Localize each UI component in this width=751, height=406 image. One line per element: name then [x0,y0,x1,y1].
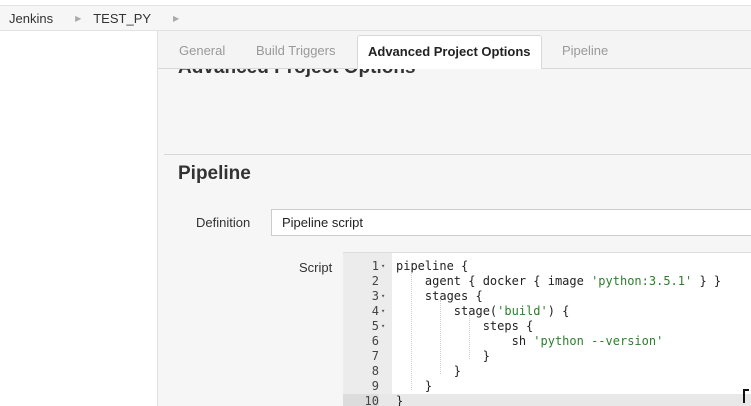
code-text: steps { [396,319,534,333]
editor-line[interactable]: 9 } [343,379,751,394]
config-tab-bar: General Build Triggers Advanced Project … [158,31,751,71]
text-cursor-icon [743,389,749,403]
section-title-pipeline: Pipeline [178,163,251,184]
sidebar [0,31,158,406]
section-divider [164,154,751,155]
editor-line[interactable]: 5 ▾ steps { [343,319,751,334]
section-title-advanced: Advanced Project Options [178,69,416,79]
editor-line[interactable]: 7 } [343,349,751,364]
tab-general[interactable]: General [179,31,225,68]
fold-arrow-icon[interactable]: ▾ [381,259,385,274]
line-number: 3 [371,289,379,303]
editor-line[interactable]: 8 } [343,364,751,379]
breadcrumb: Jenkins ▶ TEST_PY ▶ [0,5,751,31]
editor-line[interactable]: 1 ▾ pipeline { [343,259,751,274]
script-label: Script [299,260,333,275]
code-text: sh 'python --version' [396,334,664,348]
code-text: } [396,394,404,406]
definition-label: Definition [196,215,251,230]
fold-arrow-icon[interactable]: ▾ [381,304,385,319]
line-number: 6 [371,334,379,348]
breadcrumb-item-jenkins[interactable]: Jenkins [0,11,53,26]
definition-select[interactable]: Pipeline script [271,209,751,236]
config-content: Advanced Project Options Pipeline Defini… [158,69,751,406]
line-number: 7 [371,349,379,363]
editor-line[interactable]: 10} [343,394,751,406]
editor-line[interactable]: 4 ▾ stage('build') { [343,304,751,319]
code-text: } [396,379,433,393]
code-text: stage('build') { [396,304,570,318]
line-number: 10 [343,394,379,406]
breadcrumb-separator-icon[interactable]: ▶ [173,14,179,23]
code-text: } [396,364,462,378]
tab-build-triggers[interactable]: Build Triggers [256,31,335,68]
line-number: 9 [371,379,379,393]
line-number: 2 [371,274,379,288]
code-text: } [396,349,490,363]
line-number: 8 [371,364,379,378]
fold-arrow-icon[interactable]: ▾ [381,319,385,334]
breadcrumb-item-job[interactable]: TEST_PY [84,11,151,26]
editor-line[interactable]: 2 agent { docker { image 'python:3.5.1' … [343,274,751,289]
line-number: 1 [371,259,379,273]
fold-arrow-icon[interactable]: ▾ [381,289,385,304]
code-text: pipeline { [396,259,469,273]
script-editor[interactable]: 1 ▾ pipeline {2 agent { docker { image 'py… [343,252,751,406]
line-number: 5 [371,319,379,333]
line-number: 4 [371,304,379,318]
breadcrumb-separator-icon: ▶ [75,13,82,23]
code-text: stages { [396,289,483,303]
editor-line[interactable]: 6 sh 'python --version' [343,334,751,349]
code-text: agent { docker { image 'python:3.5.1' } … [396,274,722,288]
tab-pipeline[interactable]: Pipeline [562,31,608,68]
tab-advanced-project-options[interactable]: Advanced Project Options [357,35,542,71]
editor-line[interactable]: 3 ▾ stages { [343,289,751,304]
